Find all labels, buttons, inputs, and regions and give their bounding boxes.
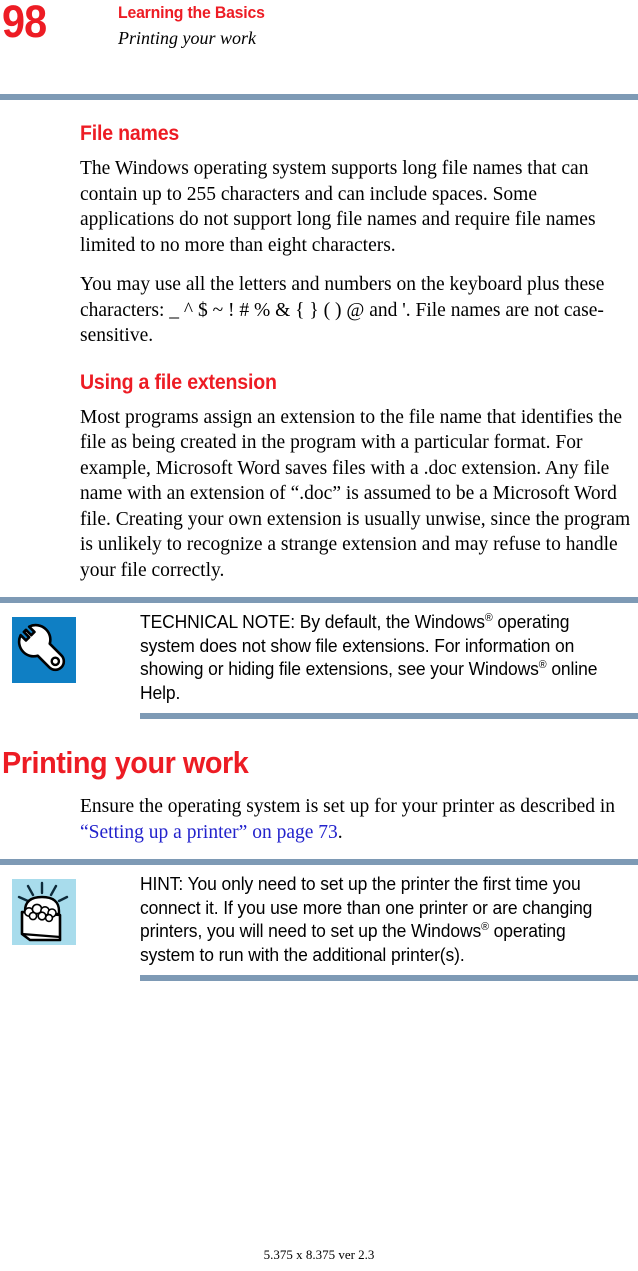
page-number: 98 bbox=[2, 0, 47, 47]
technical-note-text-1: TECHNICAL NOTE: By default, the Windows bbox=[140, 612, 485, 632]
heading-using-a-file-extension: Using a file extension bbox=[80, 370, 277, 394]
paragraph-file-extension-1: Most programs assign an extension to the… bbox=[80, 406, 631, 581]
link-setting-up-a-printer[interactable]: “Setting up a printer” on page 73 bbox=[80, 822, 338, 843]
wrench-icon bbox=[12, 617, 76, 683]
registered-mark-icon: ® bbox=[538, 659, 547, 671]
technical-note-bottom-divider bbox=[140, 713, 638, 719]
paragraph-file-names-1: The Windows operating system supports lo… bbox=[80, 158, 596, 256]
paragraph-file-names-2: You may use all the letters and numbers … bbox=[80, 274, 605, 346]
paragraph-printing-prefix: Ensure the operating system is set up fo… bbox=[80, 796, 616, 817]
treasure-chest-icon bbox=[12, 879, 76, 945]
heading-printing-your-work: Printing your work bbox=[2, 745, 249, 780]
technical-note-body: TECHNICAL NOTE: By default, the Windows®… bbox=[0, 603, 638, 713]
page-footer: 5.375 x 8.375 ver 2.3 bbox=[263, 1247, 375, 1262]
registered-mark-icon: ® bbox=[484, 612, 493, 624]
chapter-title: Learning the Basics bbox=[118, 3, 265, 22]
header-divider bbox=[0, 94, 638, 100]
technical-note: TECHNICAL NOTE: By default, the Windows®… bbox=[0, 597, 638, 719]
hint-note: HINT: You only need to set up the printe… bbox=[0, 859, 638, 981]
registered-mark-icon: ® bbox=[481, 921, 489, 933]
hint-note-text: HINT: You only need to set up the printe… bbox=[140, 873, 623, 967]
header-titles: Learning the Basics Printing your work bbox=[118, 2, 276, 50]
page-header: 98 Learning the Basics Printing your wor… bbox=[0, 0, 638, 94]
paragraph-printing-suffix: . bbox=[337, 821, 343, 843]
paragraph-printing-intro: Ensure the operating system is set up fo… bbox=[80, 794, 636, 845]
hint-note-body: HINT: You only need to set up the printe… bbox=[0, 865, 638, 975]
hint-note-icon-cell bbox=[0, 873, 140, 945]
main-content: File names The Windows operating system … bbox=[0, 122, 638, 583]
heading-file-names: File names bbox=[80, 122, 180, 145]
technical-note-icon-cell bbox=[0, 611, 140, 683]
section-title: Printing your work bbox=[118, 28, 256, 48]
hint-note-bottom-divider bbox=[140, 975, 638, 981]
technical-note-text: TECHNICAL NOTE: By default, the Windows®… bbox=[140, 611, 623, 705]
